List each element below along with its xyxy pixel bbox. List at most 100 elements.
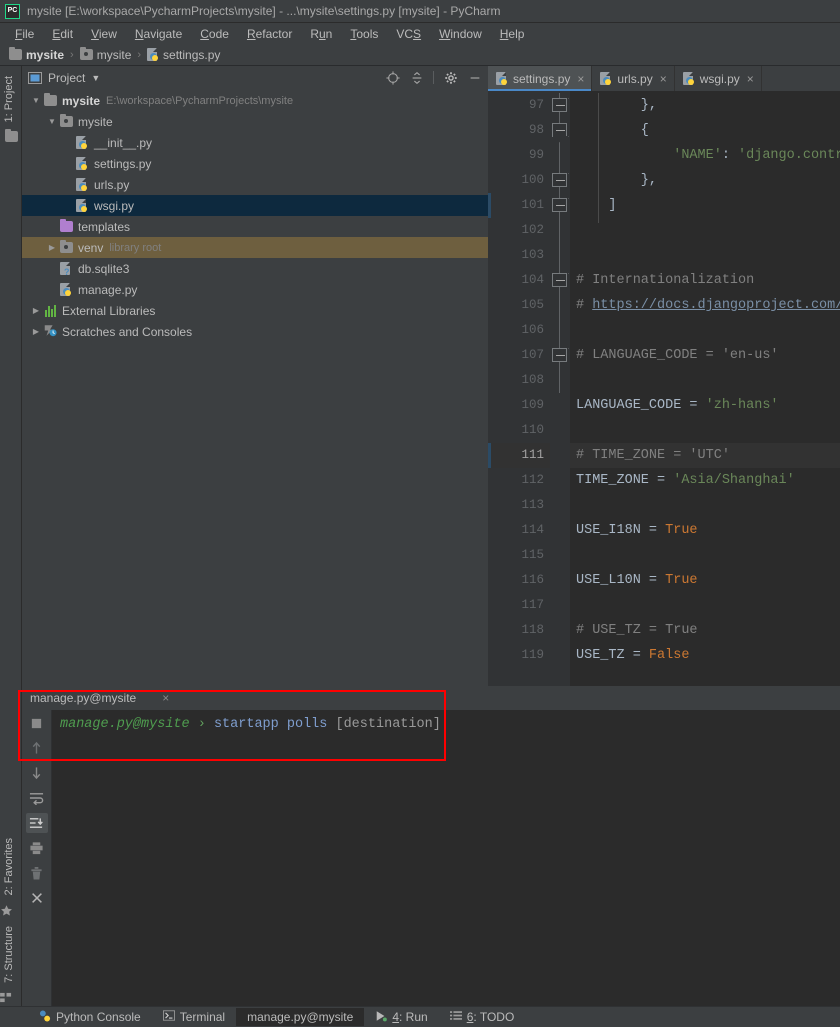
sidebar-item-favorites[interactable]: 2: Favorites [0,832,18,901]
code-lines[interactable]: }, { 'NAME': 'django.contrib.a }, ] # In… [570,91,840,686]
menu-item-code[interactable]: Code [191,25,238,43]
scroll-to-end-icon[interactable] [25,813,48,833]
gutter-line-number[interactable]: 116 [488,568,550,593]
gutter-line-number[interactable]: 98 [488,118,550,143]
menu-item-file[interactable]: File [6,25,43,43]
collapse-all-icon[interactable] [409,70,424,85]
run-console-output[interactable]: manage.py@mysite › startapp polls [desti… [52,710,840,1006]
sidebar-item-project[interactable]: 1: Project [0,70,18,128]
code-fold-marker[interactable] [552,123,567,137]
breadcrumb-item-settings-py[interactable]: settings.py [144,47,223,62]
tree-item-settings-py[interactable]: settings.py [22,153,488,174]
tree-item-templates[interactable]: templates [22,216,488,237]
print-icon[interactable] [26,838,48,858]
gutter-line-number[interactable]: 108 [488,368,550,393]
code-fold-marker[interactable] [552,173,567,187]
close-icon[interactable]: × [747,72,754,86]
code-fold-marker[interactable] [552,198,567,212]
gutter-line-number[interactable]: 113 [488,493,550,518]
gutter-line-number[interactable]: 110 [488,418,550,443]
gutter-line-number[interactable]: 97 [488,93,550,118]
trash-icon[interactable] [26,863,48,883]
hide-panel-icon[interactable] [467,70,482,85]
gutter-line-number[interactable]: 104 [488,268,550,293]
tree-item-scratches-and-consoles[interactable]: ▶ Scratches and Consoles [22,321,488,342]
tree-item-venv[interactable]: ▶ venv library root [22,237,488,258]
editor-tab-settings-py[interactable]: settings.py × [488,66,593,91]
statusbar-item-6-todo[interactable]: 6: TODO [439,1008,526,1026]
chevron-right-icon[interactable]: ▶ [30,327,42,336]
gutter-line-number[interactable]: 106 [488,318,550,343]
run-tab-manage-py[interactable]: manage.py@mysite × [30,691,169,705]
code-fold-marker[interactable] [552,98,567,112]
menu-item-help[interactable]: Help [491,25,534,43]
code-fold-marker[interactable] [552,273,567,287]
menu-item-vcs[interactable]: VCS [387,25,430,43]
gutter-line-number[interactable]: 102 [488,218,550,243]
menu-item-run[interactable]: Run [301,25,341,43]
menu-item-window[interactable]: Window [430,25,491,43]
breadcrumb-item-mysite[interactable]: mysite [77,47,135,62]
code-area[interactable]: 97 98 99 100 101 102 103 104 105 106 107 108 109 110 1… [488,91,840,686]
menu-item-refactor[interactable]: Refactor [238,25,301,43]
gutter-line-number[interactable]: 119 [488,643,550,668]
console-prompt: manage.py@mysite [60,717,190,732]
close-icon[interactable]: × [577,72,584,86]
chevron-down-icon[interactable]: ▼ [30,96,42,105]
close-icon[interactable]: × [162,691,169,705]
chevron-down-icon[interactable]: ▼ [91,73,100,83]
gutter-line-number[interactable]: 107 [488,343,550,368]
settings-gear-icon[interactable] [443,70,458,85]
tree-item--init-py[interactable]: __init__.py [22,132,488,153]
statusbar-item-python-console[interactable]: Python Console [28,1008,152,1027]
menu-item-edit[interactable]: Edit [43,25,82,43]
gutter-line-number[interactable]: 112 [488,468,550,493]
statusbar-item-terminal[interactable]: Terminal [152,1008,236,1026]
python-file-icon [147,47,159,62]
tree-item-manage-py[interactable]: manage.py [22,279,488,300]
gutter-line-number[interactable]: 118 [488,618,550,643]
statusbar-item-4-run[interactable]: 4: Run [364,1008,438,1027]
breadcrumb-item-mysite[interactable]: mysite [6,47,67,62]
gutter-line-number[interactable]: 114 [488,518,550,543]
tree-item-urls-py[interactable]: urls.py [22,174,488,195]
soft-wrap-icon[interactable] [26,788,48,808]
gutter-line-number[interactable]: 99 [488,143,550,168]
menu-item-tools[interactable]: Tools [341,25,387,43]
chevron-right-icon[interactable]: ▶ [30,306,42,315]
menu-item-navigate[interactable]: Navigate [126,25,191,43]
gutter-line-number[interactable]: 115 [488,543,550,568]
project-file-tree[interactable]: ▼ mysite E:\workspace\PycharmProjects\mysi… [22,89,488,686]
tree-item-mysite[interactable]: ▼ mysite [22,111,488,132]
tree-item-subtitle: library root [109,241,162,254]
gutter-line-number[interactable]: 105 [488,293,550,318]
tree-item-wsgi-py[interactable]: wsgi.py [22,195,488,216]
tree-item-external-libraries[interactable]: ▶ External Libraries [22,300,488,321]
close-icon[interactable]: × [660,72,667,86]
statusbar-item-manage-py-mysite[interactable]: manage.py@mysite [236,1008,365,1026]
tree-item-label: urls.py [94,177,130,192]
gutter-line-number[interactable]: 117 [488,593,550,618]
editor-tab-urls-py[interactable]: urls.py × [592,66,675,91]
chevron-right-icon[interactable]: ▶ [46,243,58,252]
editor-gutter[interactable]: 97 98 99 100 101 102 103 104 105 106 107 108 109 110 1… [488,91,550,686]
tree-item-db-sqlite3[interactable]: ? db.sqlite3 [22,258,488,279]
gutter-line-number[interactable]: 111 [488,443,550,468]
code-token: : [721,148,739,163]
gutter-line-number[interactable]: 101 [488,193,550,218]
gutter-line-number[interactable]: 100 [488,168,550,193]
gutter-line-number[interactable]: 103 [488,243,550,268]
tree-item-mysite[interactable]: ▼ mysite E:\workspace\PycharmProjects\mysi… [22,90,488,111]
stop-icon[interactable] [26,713,48,733]
close-icon[interactable] [26,888,48,908]
code-fold-marker[interactable] [552,348,567,362]
chevron-down-icon[interactable]: ▼ [46,117,58,126]
fold-column[interactable] [550,91,570,686]
gutter-line-number[interactable]: 109 [488,393,550,418]
locate-target-icon[interactable] [385,70,400,85]
menu-item-view[interactable]: View [82,25,126,43]
editor-tab-wsgi-py[interactable]: wsgi.py × [674,66,762,91]
sidebar-item-structure[interactable]: 7: Structure [0,920,18,989]
arrow-down-icon[interactable] [26,763,48,783]
arrow-up-icon[interactable] [26,738,48,758]
